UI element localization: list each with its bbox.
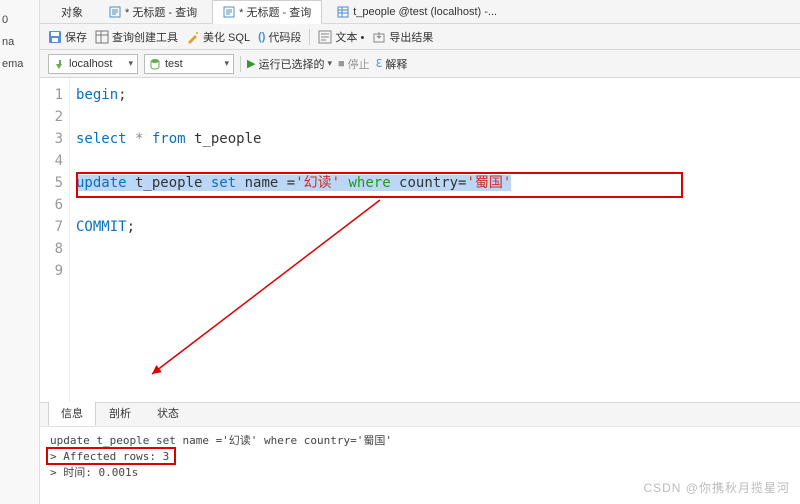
- sidebar-item[interactable]: ema: [2, 58, 37, 70]
- tab-profile[interactable]: 剖析: [96, 400, 144, 426]
- stop-button[interactable]: ■ 停止: [338, 56, 370, 72]
- query-builder-button[interactable]: 查询创建工具: [95, 29, 178, 45]
- run-selected-button[interactable]: ▶ 运行已选择的 ▾: [247, 56, 332, 72]
- tab-query-2[interactable]: * 无标题 - 查询: [212, 0, 322, 24]
- run-label: 运行已选择的: [258, 56, 324, 72]
- chevron-down-icon: ▾: [128, 58, 133, 69]
- wand-icon: [186, 30, 200, 44]
- explain-icon: ℇ: [376, 57, 383, 70]
- toolbar-label: 查询创建工具: [112, 29, 178, 45]
- tab-objects[interactable]: 对象: [50, 0, 94, 24]
- toolbar-label: 导出结果: [389, 29, 433, 45]
- stop-icon: ■: [338, 58, 345, 70]
- toolbar-label: 美化 SQL: [203, 29, 250, 45]
- line-gutter: 123 456 789: [40, 78, 70, 402]
- stop-label: 停止: [348, 56, 370, 72]
- toolbar-label: 代码段: [268, 29, 301, 45]
- tab-table-t_people[interactable]: t_people @test (localhost) -...: [326, 2, 508, 22]
- editor-tabs: 对象 * 无标题 - 查询 * 无标题 - 查询 t_people @test …: [40, 0, 800, 24]
- plug-icon: [53, 58, 65, 70]
- chevron-down-icon: ▾: [224, 58, 229, 69]
- database-select[interactable]: test ▾: [144, 54, 234, 74]
- explain-label: 解释: [385, 56, 407, 72]
- connection-value: localhost: [69, 58, 112, 70]
- sidebar-item[interactable]: 0: [2, 14, 37, 26]
- text-button[interactable]: 文本 •: [318, 29, 364, 45]
- table-icon: [337, 6, 349, 18]
- connection-row: localhost ▾ test ▾ ▶ 运行已选择的 ▾ ■ 停止 ℇ 解释: [40, 50, 800, 78]
- output-affected-rows: > Affected rows: 3: [50, 449, 790, 465]
- code-area[interactable]: begin; select * from t_people update t_p…: [70, 78, 800, 402]
- tab-label: * 无标题 - 查询: [239, 4, 311, 20]
- explain-button[interactable]: ℇ 解释: [376, 56, 408, 72]
- toolbar: 保存 查询创建工具 美化 SQL () 代码段 文本 • 导出结果: [40, 24, 800, 50]
- toolbar-label: 文本 •: [335, 29, 364, 45]
- beautify-sql-button[interactable]: 美化 SQL: [186, 29, 250, 45]
- database-icon: [149, 58, 161, 70]
- dropdown-icon[interactable]: ▾: [327, 58, 332, 69]
- tab-label: * 无标题 - 查询: [125, 4, 197, 20]
- watermark: CSDN @你携秋月揽星河: [643, 479, 790, 496]
- sidebar-item[interactable]: na: [2, 36, 37, 48]
- output-tabs: 信息 剖析 状态: [40, 402, 800, 426]
- tab-label: t_people @test (localhost) -...: [353, 6, 497, 18]
- output-line: update t_people set name ='幻读' where cou…: [50, 433, 790, 449]
- save-button[interactable]: 保存: [48, 29, 87, 45]
- code-snippet-button[interactable]: () 代码段: [258, 29, 301, 45]
- tab-label: 对象: [61, 4, 83, 20]
- tab-status[interactable]: 状态: [144, 400, 192, 426]
- save-icon: [48, 30, 62, 44]
- database-value: test: [165, 58, 183, 70]
- sql-editor[interactable]: 123 456 789 begin; select * from t_peopl…: [40, 78, 800, 402]
- export-button[interactable]: 导出结果: [372, 29, 433, 45]
- export-icon: [372, 30, 386, 44]
- query-icon: [109, 6, 121, 18]
- tab-info[interactable]: 信息: [48, 400, 96, 426]
- tab-query-1[interactable]: * 无标题 - 查询: [98, 0, 208, 24]
- play-icon: ▶: [247, 57, 255, 70]
- query-icon: [223, 6, 235, 18]
- text-icon: [318, 30, 332, 44]
- parens-icon: (): [258, 31, 265, 43]
- builder-icon: [95, 30, 109, 44]
- connection-select[interactable]: localhost ▾: [48, 54, 138, 74]
- toolbar-label: 保存: [65, 29, 87, 45]
